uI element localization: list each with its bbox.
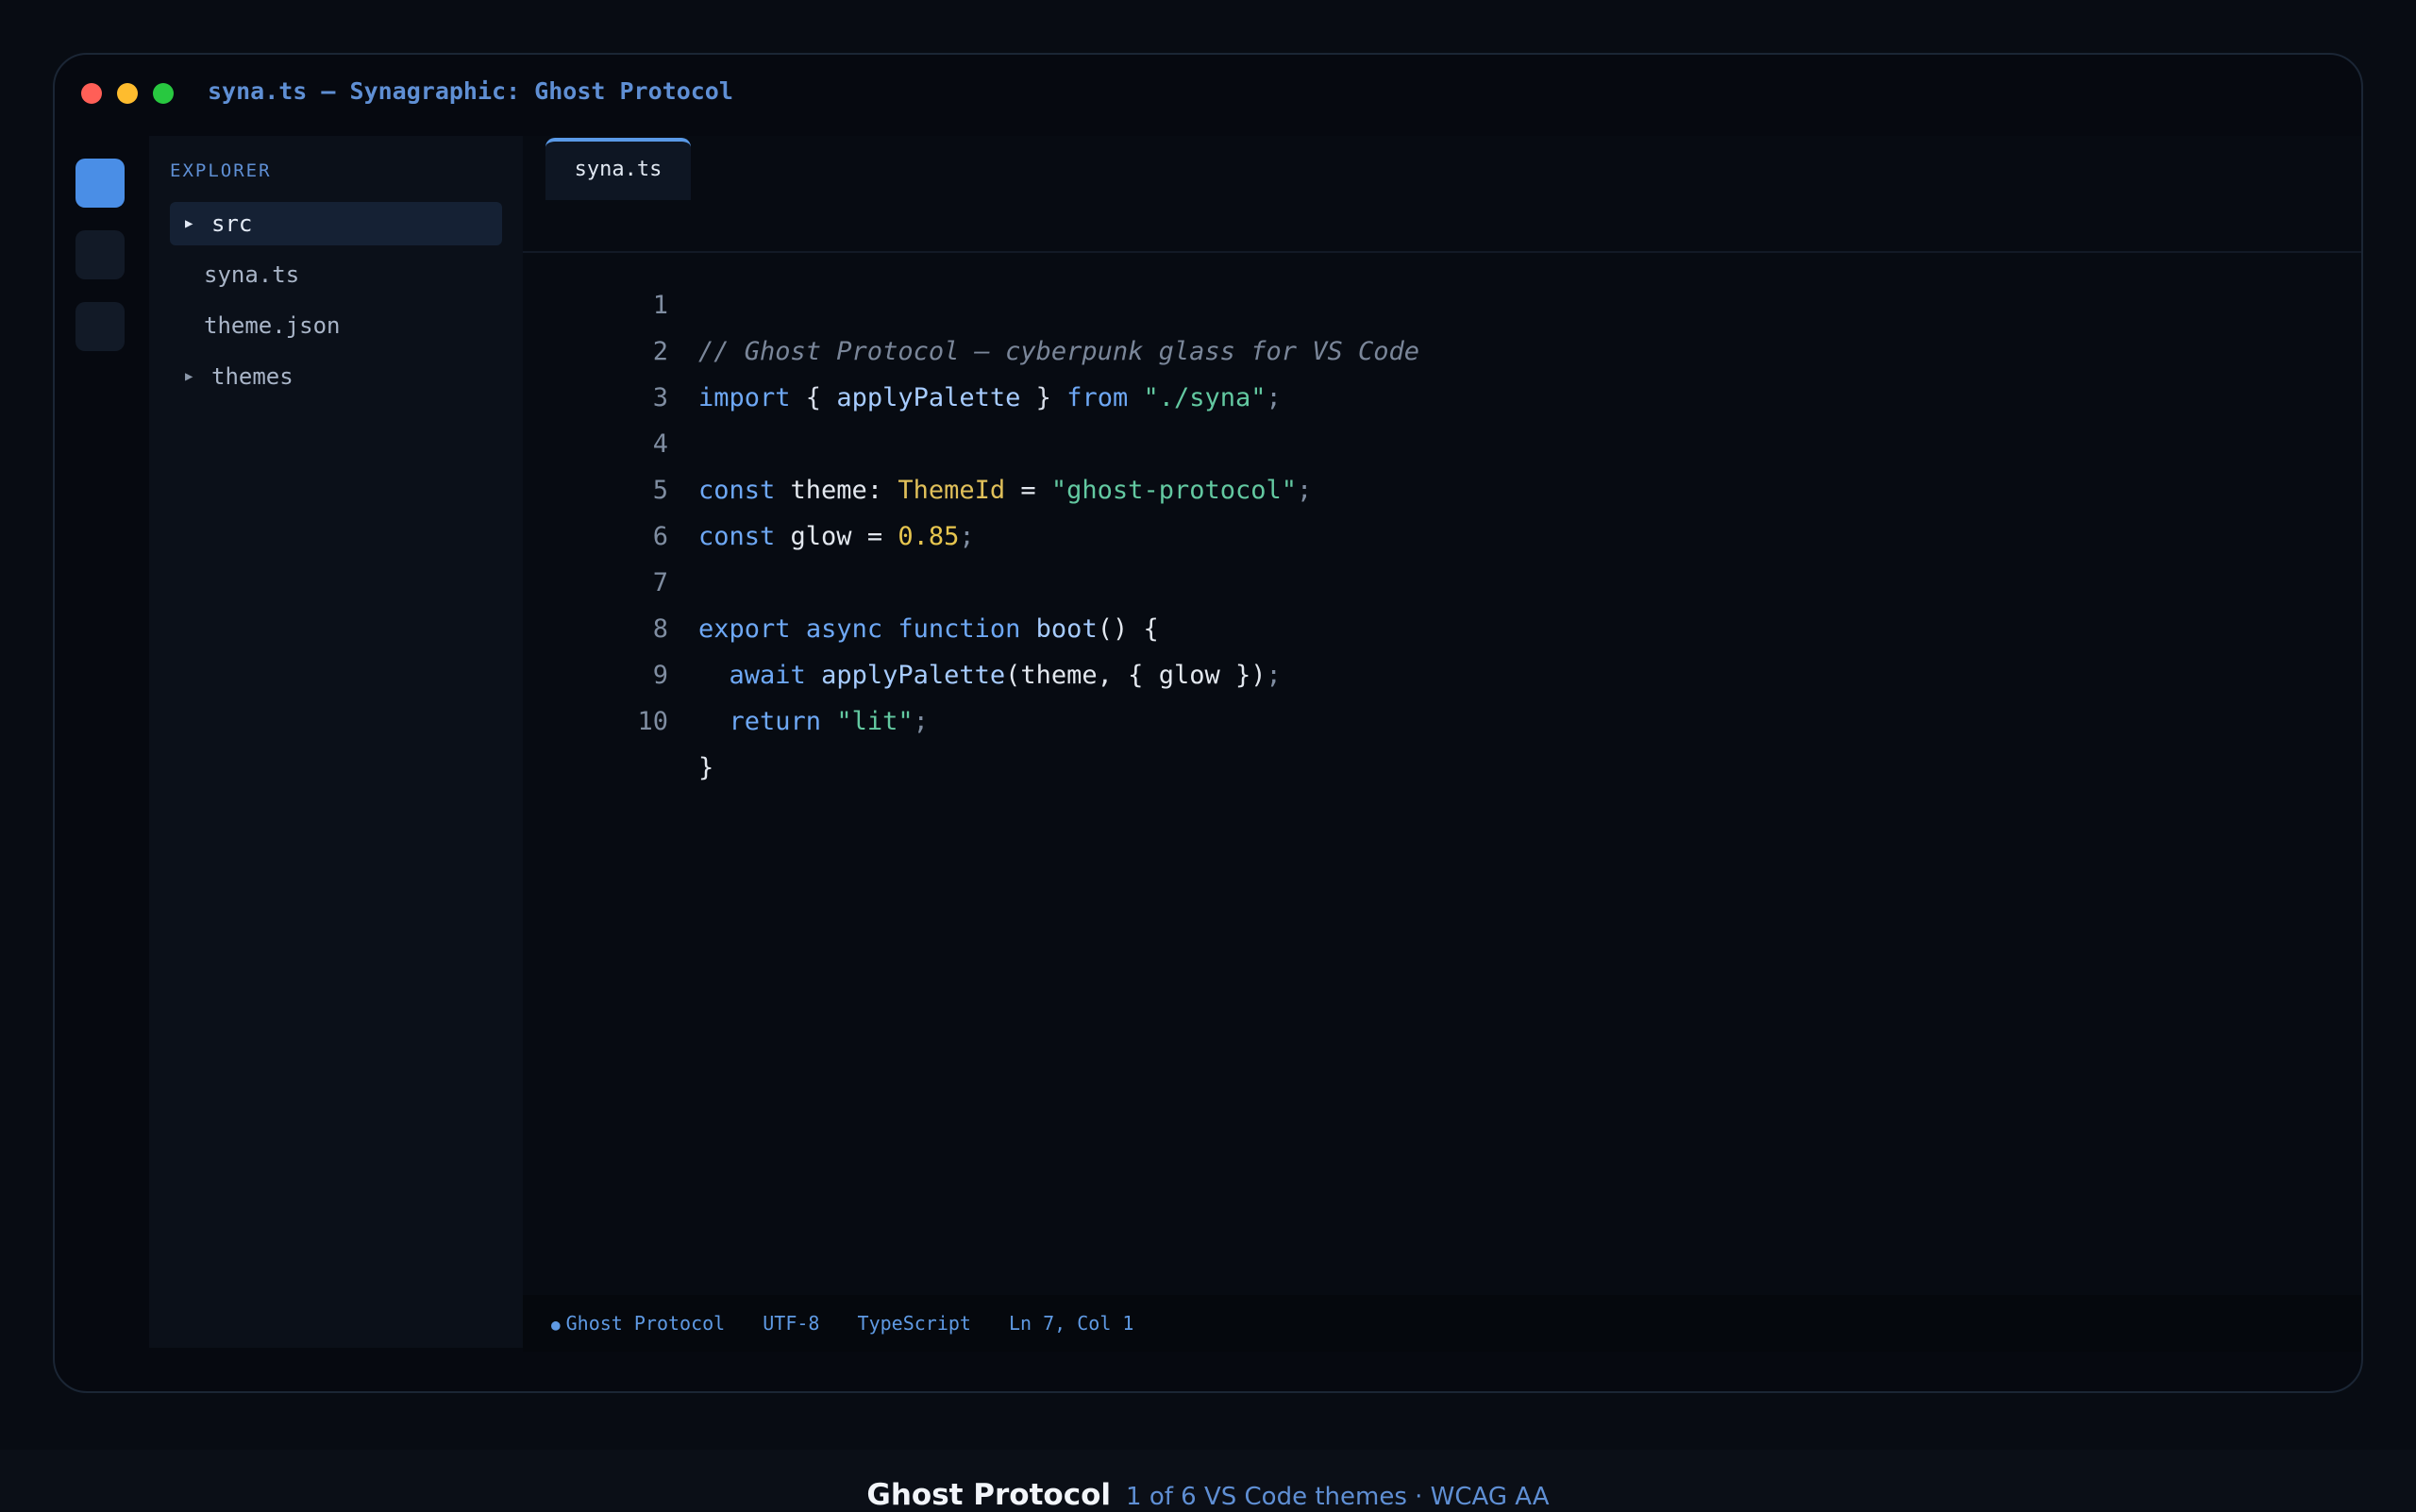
status-bar: ● Ghost Protocol UTF-8 TypeScript Ln 7, C…	[523, 1295, 2361, 1352]
tree-file-theme-json[interactable]: theme.json	[170, 304, 502, 347]
editor-pane: syna.ts 1 // Ghost Protocol — cyberpunk …	[523, 136, 2361, 1352]
tree-folder-src[interactable]: ▶ src	[170, 202, 502, 245]
minimize-window-button[interactable]	[117, 83, 138, 104]
footer-title: Ghost Protocol	[866, 1478, 1112, 1512]
status-theme[interactable]: ● Ghost Protocol	[551, 1295, 725, 1353]
code-line: 9 return "lit";	[523, 606, 2361, 736]
caption-footer: Ghost Protocol 1 of 6 VS Code themes · WC…	[0, 1450, 2416, 1512]
title-bar: syna.ts — Synagraphic: Ghost Protocol	[55, 55, 2361, 136]
activity-bar	[76, 159, 128, 374]
tree-folder-themes[interactable]: ▶ themes	[170, 355, 502, 398]
status-dot-icon: ●	[551, 1316, 561, 1334]
tree-item-label: syna.ts	[204, 261, 300, 288]
code-line: 1 // Ghost Protocol — cyberpunk glass fo…	[523, 236, 2361, 366]
code-line: 7 export async function boot() {	[523, 513, 2361, 644]
tab-syna-ts[interactable]: syna.ts	[545, 138, 691, 200]
search-activity-icon[interactable]	[76, 230, 125, 279]
explorer-heading: EXPLORER	[170, 160, 272, 181]
code-area[interactable]: 1 // Ghost Protocol — cyberpunk glass fo…	[523, 236, 2361, 782]
code-keyword: return	[729, 707, 822, 736]
extensions-activity-icon[interactable]	[76, 302, 125, 351]
explorer-activity-icon[interactable]	[76, 159, 125, 208]
status-encoding[interactable]: UTF-8	[763, 1295, 819, 1352]
code-line: 6	[523, 467, 2361, 551]
code-semicolon: ;	[913, 707, 929, 736]
editor-window: syna.ts — Synagraphic: Ghost Protocol EX…	[53, 53, 2363, 1393]
close-window-button[interactable]	[81, 83, 102, 104]
line-number: 10	[637, 707, 668, 736]
tree-file-syna-ts[interactable]: syna.ts	[170, 253, 502, 296]
file-tree: ▶ src syna.ts theme.json ▶ themes	[170, 202, 502, 406]
code-line: 8 await applyPalette(theme, { glow });	[523, 560, 2361, 690]
code-string: "lit"	[836, 707, 914, 736]
tree-item-label: themes	[211, 363, 294, 390]
status-cursor-position[interactable]: Ln 7, Col 1	[1009, 1295, 1133, 1352]
code-line: 2 import { applyPalette } from "./syna";	[523, 282, 2361, 412]
code-line: 5 const glow = 0.85;	[523, 421, 2361, 551]
status-theme-label: Ghost Protocol	[565, 1312, 726, 1335]
status-language[interactable]: TypeScript	[858, 1295, 971, 1352]
code-line: 3	[523, 328, 2361, 412]
code-line: 10 }	[523, 652, 2361, 782]
tree-item-label: src	[211, 210, 253, 237]
chevron-right-icon: ▶	[185, 369, 193, 384]
maximize-window-button[interactable]	[153, 83, 174, 104]
code-line: 4 const theme: ThemeId = "ghost-protocol…	[523, 375, 2361, 505]
code-punctuation: }	[698, 753, 714, 782]
footer-subtitle: 1 of 6 VS Code themes · WCAG AA	[1126, 1483, 1550, 1511]
explorer-sidebar: EXPLORER ▶ src syna.ts theme.json ▶ them…	[149, 136, 523, 1348]
window-title: syna.ts — Synagraphic: Ghost Protocol	[208, 77, 733, 105]
tree-item-label: theme.json	[204, 312, 341, 339]
chevron-right-icon: ▶	[185, 216, 193, 231]
